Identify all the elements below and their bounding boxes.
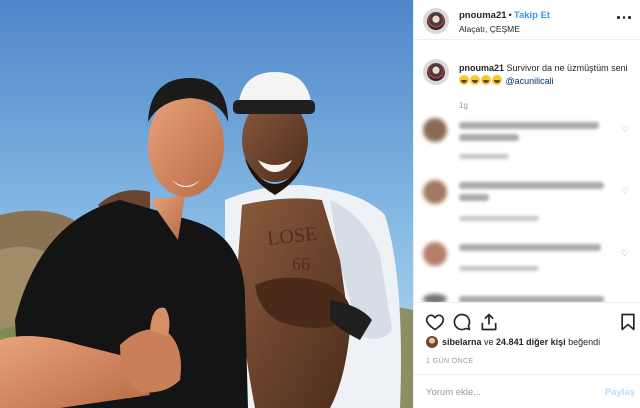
caption-time: 1g	[459, 101, 468, 110]
liker-avatar[interactable]	[426, 336, 438, 348]
liker-username[interactable]: sibelarna	[442, 337, 482, 347]
heart-icon[interactable]	[425, 312, 445, 332]
likes-summary: sibelarna ve 24.841 diğer kişi beğendi	[426, 336, 600, 348]
likes-text-liked: beğendi	[565, 337, 601, 347]
laughing-emoji-icon	[470, 75, 480, 85]
author-avatar[interactable]	[423, 8, 449, 34]
action-bar	[414, 302, 640, 336]
likes-text-and: ve	[481, 337, 497, 347]
comment-avatar	[423, 118, 447, 142]
laughing-emoji-icon	[481, 75, 491, 85]
laughing-emoji-icon	[492, 75, 502, 85]
comment-input[interactable]	[426, 384, 596, 400]
comment-blurred: ♡	[414, 176, 640, 236]
post-side-panel: pnouma21 • Takip Et Alaçatı, ÇEŞME pnouma2…	[413, 0, 640, 408]
comment-blurred: ♡	[414, 114, 640, 174]
more-options-icon[interactable]	[617, 12, 631, 22]
post-photo[interactable]: LOSE 66 RO	[0, 0, 413, 408]
share-arrow-icon[interactable]	[479, 312, 499, 332]
comment-bubble-icon[interactable]	[452, 312, 472, 332]
comment-like-icon[interactable]: ♡	[621, 186, 629, 197]
post-header: pnouma21 • Takip Et Alaçatı, ÇEŞME	[414, 0, 640, 40]
author-username[interactable]: pnouma21	[459, 10, 507, 21]
caption-text: Survivor da ne üzmüştüm seni	[506, 63, 628, 73]
likes-count[interactable]: 24.841 diğer kişi	[496, 337, 566, 347]
post-photo-image: LOSE 66 RO	[0, 0, 413, 408]
caption-username[interactable]: pnouma21	[459, 63, 504, 73]
comment-like-icon[interactable]: ♡	[621, 124, 629, 135]
comment-blurred: ♡	[414, 238, 640, 298]
svg-text:66: 66	[292, 254, 310, 274]
comment-avatar	[423, 180, 447, 204]
caption-mention[interactable]: @acunilicali	[506, 76, 554, 86]
comment-avatar	[423, 242, 447, 266]
post-location[interactable]: Alaçatı, ÇEŞME	[459, 24, 520, 34]
comment-blurred	[414, 290, 640, 302]
comments-list[interactable]: ♡ ♡ ♡	[414, 112, 640, 302]
post-comment-button[interactable]: Paylaş	[605, 387, 635, 398]
post-time-ago[interactable]: 1 GÜN ÖNCE	[426, 358, 474, 365]
bookmark-icon[interactable]	[618, 312, 638, 332]
caption-text-block: pnouma21 Survivor da ne üzmüştüm seni @a…	[459, 62, 631, 88]
follow-button[interactable]: Takip Et	[514, 10, 550, 21]
comment-form: Paylaş	[414, 374, 640, 408]
laughing-emoji-icon	[459, 75, 469, 85]
comment-avatar	[423, 294, 447, 302]
caption-avatar[interactable]	[423, 59, 449, 85]
comment-like-icon[interactable]: ♡	[621, 248, 629, 259]
separator-dot: •	[508, 10, 512, 21]
